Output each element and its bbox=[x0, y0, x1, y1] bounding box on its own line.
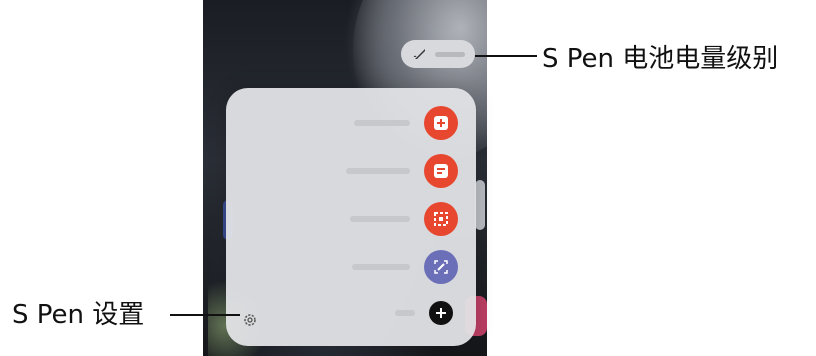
screen-write-item[interactable] bbox=[228, 250, 458, 284]
gear-icon[interactable] bbox=[242, 312, 258, 328]
view-all-notes-button[interactable] bbox=[424, 154, 458, 188]
screen-write-label bbox=[352, 264, 410, 270]
smart-select-label bbox=[350, 216, 410, 222]
view-all-notes-label bbox=[346, 168, 410, 174]
add-button[interactable] bbox=[429, 301, 453, 325]
smart-select-button[interactable] bbox=[424, 202, 458, 236]
s-pen-icon bbox=[413, 49, 425, 59]
battery-callout-label: S Pen 电池电量级别 bbox=[542, 44, 779, 74]
settings-callout-line bbox=[170, 314, 240, 316]
add-item[interactable] bbox=[228, 296, 458, 330]
s-pen-battery-indicator bbox=[401, 40, 475, 68]
edge-panel-handle[interactable] bbox=[475, 180, 485, 230]
create-note-icon bbox=[434, 116, 448, 130]
add-label bbox=[395, 310, 415, 316]
battery-level-bar bbox=[435, 51, 465, 57]
air-command-panel bbox=[226, 88, 476, 346]
view-all-notes-item[interactable] bbox=[228, 154, 458, 188]
create-note-label bbox=[354, 120, 410, 126]
view-all-notes-icon bbox=[434, 164, 448, 178]
settings-callout-label: S Pen 设置 bbox=[12, 300, 145, 330]
battery-callout-line bbox=[475, 55, 537, 57]
screen-write-button[interactable] bbox=[424, 250, 458, 284]
add-icon bbox=[436, 308, 446, 318]
create-note-item[interactable] bbox=[228, 106, 458, 140]
screen-write-icon bbox=[434, 260, 448, 274]
smart-select-item[interactable] bbox=[228, 202, 458, 236]
create-note-button[interactable] bbox=[424, 106, 458, 140]
smart-select-icon bbox=[434, 212, 448, 226]
